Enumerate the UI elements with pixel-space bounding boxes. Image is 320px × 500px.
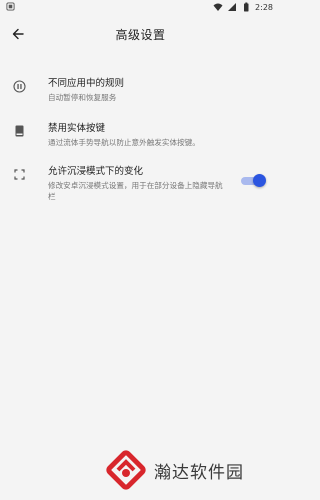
setting-label: 不同应用中的规则 [48, 78, 125, 89]
fullscreen-icon [12, 167, 26, 181]
toggle-thumb [253, 174, 266, 187]
page-title: 高级设置 [115, 27, 166, 42]
setting-item-immersive-mode[interactable]: 允许沉浸模式下的变化 修改安卓沉浸模式设置，用于在部分设备上隐藏导航栏 [0, 165, 281, 202]
immersive-mode-toggle[interactable] [241, 174, 266, 187]
setting-item-app-rules[interactable]: 不同应用中的规则 自动暂停和恢复服务 [0, 77, 281, 103]
back-button[interactable] [10, 26, 26, 42]
battery-icon [244, 2, 249, 12]
watermark-text: 瀚达软件园 [154, 462, 244, 483]
setting-label: 允许沉浸模式下的变化 [48, 166, 144, 177]
setting-description: 自动暂停和恢复服务 [48, 93, 117, 102]
watermark: 瀚达软件园 [104, 448, 244, 492]
status-bar: 2:28 [0, 0, 281, 14]
setting-label: 禁用实体按键 [48, 123, 106, 134]
app-bar: 高级设置 [0, 14, 281, 54]
setting-description: 通过流体手势导航以防止意外触发实体按键。 [48, 138, 200, 147]
setting-item-disable-keys[interactable]: 禁用实体按键 通过流体手势导航以防止意外触发实体按键。 [0, 122, 281, 148]
phone-device-icon [12, 124, 26, 138]
pause-circle-icon [12, 79, 26, 93]
app-notification-icon [6, 2, 15, 11]
status-time: 2:28 [255, 2, 273, 12]
signal-icon [228, 3, 237, 11]
setting-description: 修改安卓沉浸模式设置，用于在部分设备上隐藏导航栏 [48, 181, 223, 201]
site-logo-icon [106, 450, 146, 490]
wifi-icon [213, 3, 223, 11]
arrow-back-icon [12, 28, 24, 40]
